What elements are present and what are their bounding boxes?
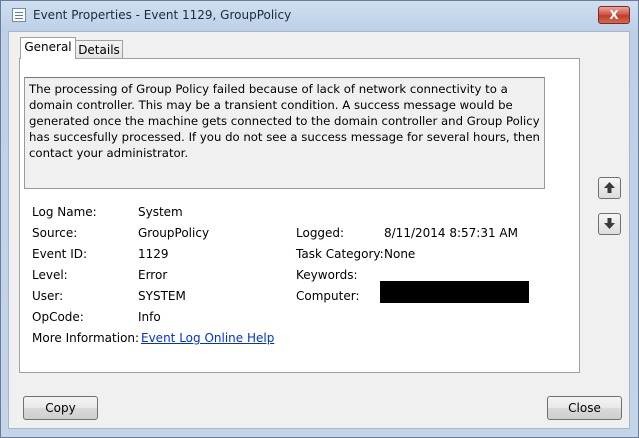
dialog-client-area: General Details The processing of Group … bbox=[8, 31, 630, 429]
computer-label: Computer: bbox=[296, 289, 360, 303]
level-value: Error bbox=[138, 268, 168, 282]
window-close-button[interactable]: X bbox=[598, 6, 630, 24]
event-description-text[interactable]: The processing of Group Policy failed be… bbox=[24, 77, 545, 189]
task-category-value: None bbox=[384, 247, 416, 261]
computer-value-redacted bbox=[380, 281, 529, 303]
log-name-value: System bbox=[138, 205, 183, 219]
tab-details[interactable]: Details bbox=[75, 40, 123, 60]
more-information-label: More Information: bbox=[32, 331, 140, 345]
up-arrow-icon bbox=[604, 182, 615, 193]
title-bar[interactable]: Event Properties - Event 1129, GroupPoli… bbox=[1, 1, 638, 31]
source-value: GroupPolicy bbox=[138, 226, 210, 240]
level-label: Level: bbox=[32, 268, 68, 282]
close-button[interactable]: Close bbox=[547, 396, 622, 420]
previous-event-button[interactable] bbox=[598, 177, 621, 199]
copy-button[interactable]: Copy bbox=[23, 396, 98, 420]
event-id-value: 1129 bbox=[138, 247, 169, 261]
user-label: User: bbox=[32, 289, 64, 303]
event-properties-window: Event Properties - Event 1129, GroupPoli… bbox=[0, 0, 639, 438]
window-title: Event Properties - Event 1129, GroupPoli… bbox=[33, 8, 292, 22]
event-id-label: Event ID: bbox=[32, 247, 88, 261]
opcode-value: Info bbox=[138, 310, 161, 324]
logged-value: 8/11/2014 8:57:31 AM bbox=[384, 226, 518, 240]
keywords-label: Keywords: bbox=[296, 268, 358, 282]
event-log-online-help-link[interactable]: Event Log Online Help bbox=[141, 331, 274, 345]
logged-label: Logged: bbox=[296, 226, 345, 240]
next-event-button[interactable] bbox=[598, 213, 621, 235]
source-label: Source: bbox=[32, 226, 78, 240]
tab-general[interactable]: General bbox=[20, 37, 76, 59]
down-arrow-icon bbox=[604, 218, 615, 229]
task-category-label: Task Category: bbox=[296, 247, 384, 261]
log-name-label: Log Name: bbox=[32, 205, 97, 219]
user-value: SYSTEM bbox=[138, 289, 186, 303]
event-viewer-app-icon bbox=[12, 8, 26, 22]
opcode-label: OpCode: bbox=[32, 310, 84, 324]
